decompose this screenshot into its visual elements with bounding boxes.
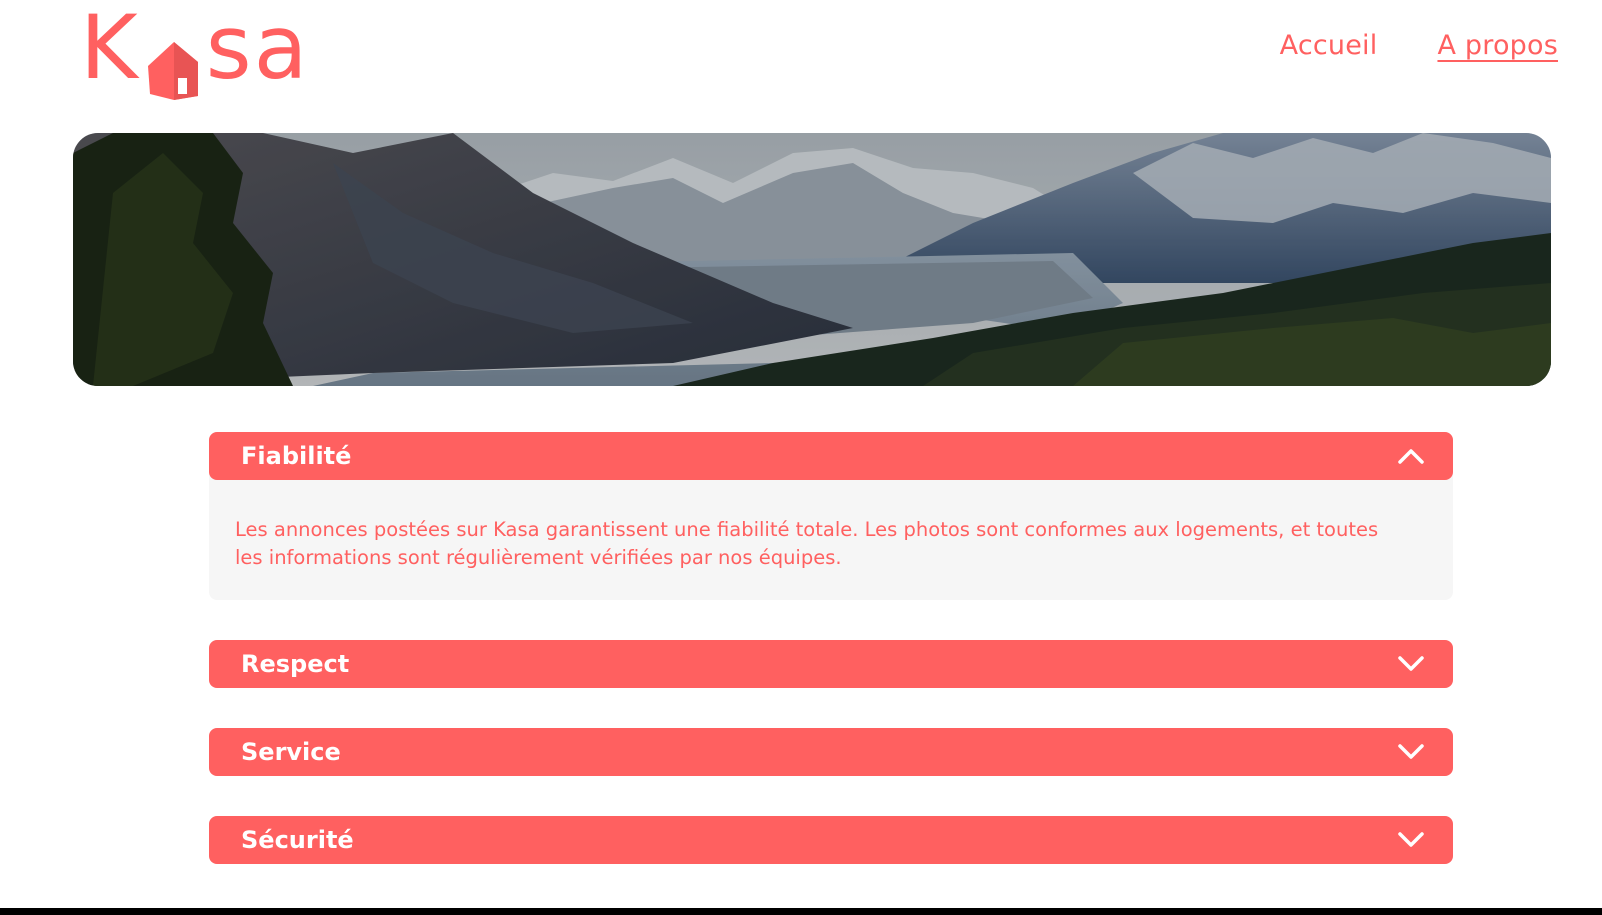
chevron-down-icon[interactable] (1397, 743, 1425, 761)
accordion-item-respect: Respect (209, 640, 1453, 688)
accordion-item-service: Service (209, 728, 1453, 776)
chevron-down-icon[interactable] (1397, 655, 1425, 673)
accordion-header-respect[interactable]: Respect (209, 640, 1453, 688)
accordion-title: Respect (241, 650, 350, 678)
chevron-down-icon[interactable] (1397, 831, 1425, 849)
nav-link-a-propos[interactable]: A propos (1437, 30, 1558, 61)
values-accordion: Fiabilité Les annonces postées sur Kasa … (209, 432, 1453, 864)
accordion-title: Fiabilité (241, 442, 352, 470)
accordion-title: Service (241, 738, 341, 766)
accordion-content-fiabilite: Les annonces postées sur Kasa garantisse… (209, 474, 1453, 600)
about-banner (73, 133, 1551, 386)
house-icon (142, 26, 202, 100)
accordion-item-fiabilite: Fiabilité Les annonces postées sur Kasa … (209, 432, 1453, 600)
accordion-header-fiabilite[interactable]: Fiabilité (209, 432, 1453, 480)
main-nav: Accueil A propos (1280, 30, 1558, 61)
page: K sa Accueil A propos Fiabilité Les anno… (0, 0, 1602, 908)
mountain-landscape-image (73, 133, 1551, 386)
accordion-header-service[interactable]: Service (209, 728, 1453, 776)
logo-letters-sa: sa (205, 0, 310, 99)
nav-link-accueil[interactable]: Accueil (1280, 30, 1378, 61)
accordion-item-securite: Sécurité (209, 816, 1453, 864)
accordion-header-securite[interactable]: Sécurité (209, 816, 1453, 864)
kasa-logo[interactable]: K sa (80, 0, 310, 100)
logo-letter-k: K (80, 0, 140, 99)
accordion-title: Sécurité (241, 826, 354, 854)
chevron-up-icon[interactable] (1397, 447, 1425, 465)
